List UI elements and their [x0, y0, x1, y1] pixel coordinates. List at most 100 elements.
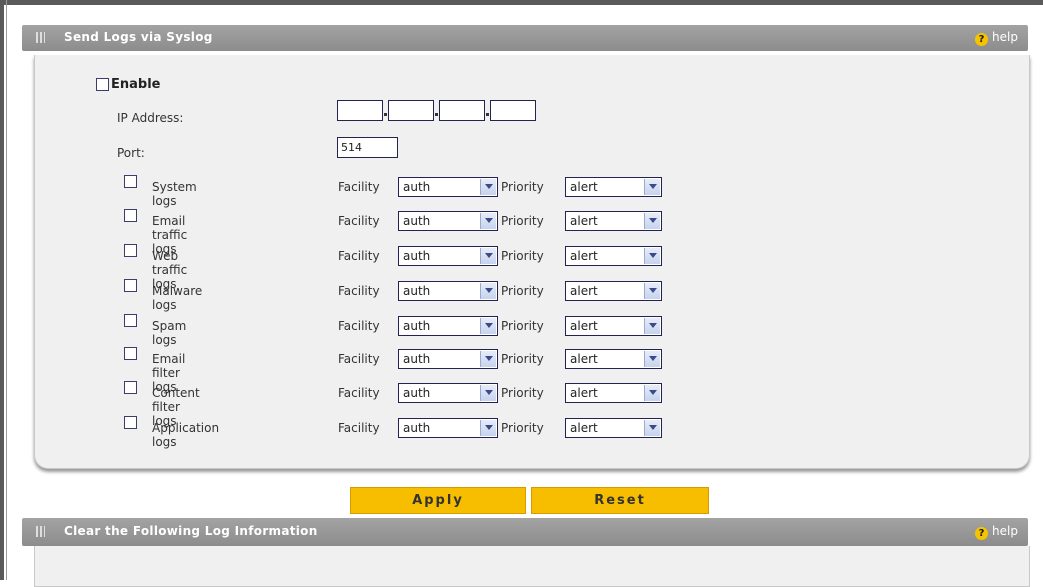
help-label: help [992, 30, 1018, 44]
priority-select[interactable]: alert [565, 316, 662, 336]
top-border [0, 0, 1043, 5]
chevron-down-icon [480, 213, 496, 229]
enable-label: Enable [111, 77, 161, 92]
log-row-label: Spam logs [152, 319, 187, 347]
priority-label: Priority [501, 180, 544, 194]
help-label: help [992, 524, 1018, 538]
priority-label: Priority [501, 284, 544, 298]
priority-label: Priority [501, 352, 544, 366]
facility-select[interactable]: auth [398, 281, 498, 301]
facility-value: auth [403, 284, 431, 298]
priority-select[interactable]: alert [565, 281, 662, 301]
priority-value: alert [570, 284, 598, 298]
priority-select[interactable]: alert [565, 383, 662, 403]
ip-octet-3[interactable] [439, 100, 485, 121]
facility-select[interactable]: auth [398, 349, 498, 369]
syslog-help-link[interactable]: ? help [975, 30, 1018, 46]
chevron-down-icon [644, 420, 660, 436]
facility-label: Facility [338, 352, 380, 366]
reset-button[interactable]: Reset [531, 487, 709, 514]
facility-select[interactable]: auth [398, 177, 498, 197]
email-traffic-logs-checkbox[interactable] [124, 209, 137, 222]
ip-octet-4[interactable] [490, 100, 536, 121]
facility-label: Facility [338, 214, 380, 228]
priority-value: alert [570, 386, 598, 400]
ip-dot [384, 113, 387, 116]
ip-octet-2[interactable] [388, 100, 434, 121]
content-filter-logs-checkbox[interactable] [124, 381, 137, 394]
priority-label: Priority [501, 386, 544, 400]
priority-value: alert [570, 319, 598, 333]
facility-select[interactable]: auth [398, 316, 498, 336]
left-border-inner [6, 0, 7, 580]
facility-value: auth [403, 249, 431, 263]
port-label: Port: [117, 146, 145, 160]
chevron-down-icon [644, 385, 660, 401]
priority-label: Priority [501, 214, 544, 228]
facility-select[interactable]: auth [398, 211, 498, 231]
facility-label: Facility [338, 386, 380, 400]
chevron-down-icon [480, 179, 496, 195]
syslog-section-title: Send Logs via Syslog [64, 30, 213, 44]
log-row-label: System logs [152, 180, 197, 208]
system-logs-checkbox[interactable] [124, 175, 137, 188]
chevron-down-icon [644, 318, 660, 334]
priority-value: alert [570, 214, 598, 228]
application-logs-checkbox[interactable] [124, 416, 137, 429]
clear-log-section-title: Clear the Following Log Information [64, 524, 318, 538]
ip-address-label: IP Address: [117, 111, 184, 125]
facility-value: auth [403, 421, 431, 435]
log-row-label: Malware logs [152, 284, 203, 312]
priority-value: alert [570, 180, 598, 194]
chevron-down-icon [644, 351, 660, 367]
priority-value: alert [570, 352, 598, 366]
chevron-down-icon [480, 351, 496, 367]
clear-log-section-header: Clear the Following Log Information ? hel… [22, 518, 1028, 546]
syslog-section-header: Send Logs via Syslog ? help [22, 25, 1028, 51]
facility-label: Facility [338, 319, 380, 333]
facility-select[interactable]: auth [398, 383, 498, 403]
priority-label: Priority [501, 319, 544, 333]
facility-value: auth [403, 180, 431, 194]
clear-log-help-link[interactable]: ? help [975, 524, 1018, 540]
chevron-down-icon [644, 213, 660, 229]
ip-dot [435, 113, 438, 116]
priority-value: alert [570, 249, 598, 263]
facility-label: Facility [338, 284, 380, 298]
priority-value: alert [570, 421, 598, 435]
web-traffic-logs-checkbox[interactable] [124, 244, 137, 257]
priority-select[interactable]: alert [565, 177, 662, 197]
chevron-down-icon [644, 248, 660, 264]
ip-dot [486, 113, 489, 116]
facility-value: auth [403, 386, 431, 400]
priority-select[interactable]: alert [565, 349, 662, 369]
port-input[interactable]: 514 [337, 137, 398, 158]
left-border [0, 0, 4, 580]
help-icon: ? [975, 527, 989, 540]
clear-log-panel [34, 546, 1030, 587]
priority-label: Priority [501, 249, 544, 263]
email-filter-logs-checkbox[interactable] [124, 347, 137, 360]
grip-icon [36, 526, 45, 537]
ip-octet-1[interactable] [337, 100, 383, 121]
apply-button[interactable]: Apply [350, 487, 526, 514]
priority-select[interactable]: alert [565, 246, 662, 266]
facility-select[interactable]: auth [398, 418, 498, 438]
log-row-label: Application logs [152, 421, 220, 449]
facility-label: Facility [338, 421, 380, 435]
priority-label: Priority [501, 421, 544, 435]
chevron-down-icon [480, 283, 496, 299]
facility-value: auth [403, 319, 431, 333]
priority-select[interactable]: alert [565, 211, 662, 231]
facility-value: auth [403, 352, 431, 366]
facility-select[interactable]: auth [398, 246, 498, 266]
grip-icon [36, 32, 45, 43]
facility-value: auth [403, 214, 431, 228]
enable-checkbox[interactable] [96, 78, 109, 91]
spam-logs-checkbox[interactable] [124, 314, 137, 327]
chevron-down-icon [480, 385, 496, 401]
malware-logs-checkbox[interactable] [124, 279, 137, 292]
chevron-down-icon [480, 318, 496, 334]
priority-select[interactable]: alert [565, 418, 662, 438]
chevron-down-icon [644, 283, 660, 299]
